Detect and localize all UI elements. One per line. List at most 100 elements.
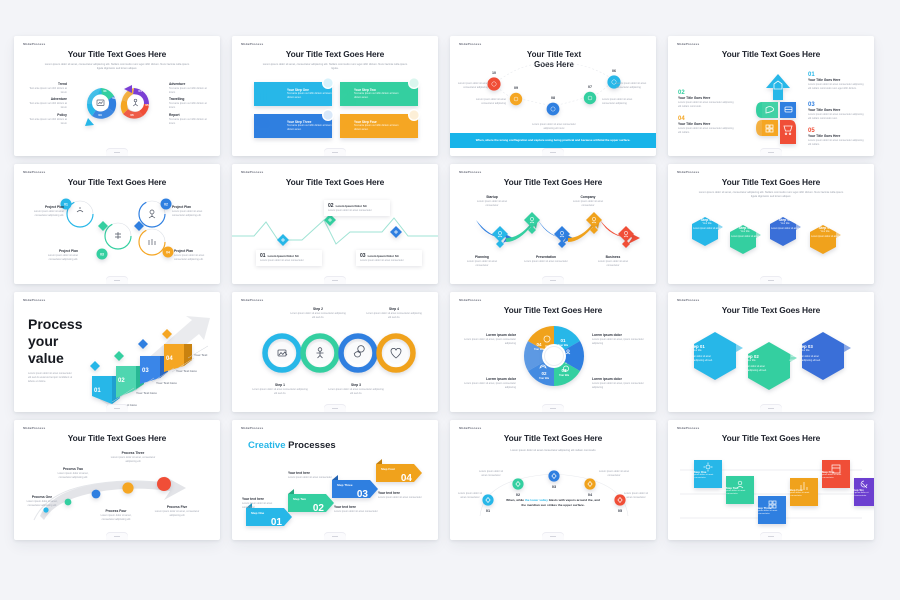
arrow-up-steps-diagram (756, 74, 796, 144)
slide-subtitle: Lorem ipsum dolor sit amet, consectetur … (44, 63, 190, 71)
item-text: Text ante ipsum vel nibh dictum at lorem (29, 102, 67, 110)
scatter-dot-diagram: 10 09 08 07 06 (487, 63, 621, 116)
slide-thumbnail-4[interactable]: SlideProcess Your Title Text Goes Here 0… (668, 36, 874, 156)
slide-thumbnail-grid: SlideProcess Your Title Text Goes Here L… (14, 36, 892, 540)
process-one: Process One Lorem ipsum dolor sit amet, … (22, 495, 62, 507)
slide-thumbnail-3[interactable]: SlideProcess Your Title Text Goes Here 1… (450, 36, 656, 156)
stage-text: Lorem ipsum dolor sit amet consectetur (572, 199, 604, 207)
step-item-02: 02 Your Title Goes Here Lorem ipsum dolo… (678, 90, 736, 108)
hex-text: Lorem ipsum dolor sit amet (693, 228, 721, 230)
card-text: Lorem ipsum dolor sit amet consectetur (328, 209, 372, 212)
dot-text-06: Lorem ipsum dolor sit amet consectetur a… (616, 82, 647, 89)
slide-logo: SlideProcess (23, 298, 46, 302)
sq-step-1: Step One Lorem ipsum dolor sit amet cons… (686, 470, 714, 481)
svg-text:04: 04 (588, 493, 593, 497)
svg-text:05: 05 (618, 509, 622, 513)
donut-chart-diagram: 01Your title 03Your title 02Your title 0… (523, 326, 585, 386)
slide-thumbnail-1[interactable]: SlideProcess Your Title Text Goes Here L… (14, 36, 220, 156)
arc-text-04: Lorem ipsum dolor sit amet consectetur (598, 470, 630, 477)
svg-text:01: 01 (103, 89, 107, 93)
svg-text:03: 03 (100, 252, 104, 256)
process-text: Lorem ipsum dolor sit amet, consectetur … (110, 455, 156, 463)
slide-footer-tab (106, 148, 128, 156)
timeline-card-02: 02 Lorem Ipsum Dolor Sit Lorem ipsum dol… (324, 200, 390, 216)
slide-logo: SlideProcess (23, 426, 46, 430)
svg-text:04: 04 (166, 250, 170, 254)
slide-thumbnail-11[interactable]: SlideProcess Your Title Text Goes Here 0… (450, 292, 656, 412)
step-item-04: 04 Your Title Goes Here Lorem ipsum dolo… (678, 116, 736, 134)
step-text: Lorem ipsum dolor sit amet consectetur a… (808, 112, 864, 120)
item-text: Text ante ipsum vel nibh dictum at lorem (29, 117, 67, 125)
hex-sub: Your title (692, 349, 702, 352)
slide-logo: SlideProcess (241, 298, 264, 302)
slide-thumbnail-9[interactable]: SlideProcess Process your value Lorem ip… (14, 292, 220, 412)
donut-label-left-bottom: Lorem ipsum dolor Lorem ipsum dolor sit … (458, 377, 516, 389)
sq-text: Lorem ipsum dolor sit amet consectetur (814, 474, 842, 480)
arc-dots-diagram: 01 02 03 04 05 (479, 470, 629, 517)
item-text: Text ante ipsum vel nibh dictum at lorem (169, 102, 207, 110)
card-text: Text ante ipsum vel nibh dictum at lorem… (287, 92, 332, 99)
slide-thumbnail-12[interactable]: SlideProcess Your Title Text Goes Here S… (668, 292, 874, 412)
hex-step-3: Step 03 Your title Lorem ipsum dolor sit… (770, 218, 800, 231)
slide-thumbnail-2[interactable]: SlideProcess Your Title Text Goes Here L… (232, 36, 438, 156)
svg-text:03: 03 (552, 485, 556, 489)
svg-text:04: 04 (401, 473, 413, 484)
plan-item-03: Project Plan Lorem ipsum dolor sit amet … (36, 249, 78, 261)
svg-text:06: 06 (612, 69, 616, 73)
slide-thumbnail-15[interactable]: SlideProcess Your Title Text Goes Here L… (450, 420, 656, 540)
svg-text:03: 03 (142, 368, 149, 374)
stage-text: Lorem ipsum dolor sit amet consectetur (476, 199, 508, 207)
svg-text:04: 04 (138, 89, 142, 93)
plan-text: Lorem ipsum dolor sit amet consectetur a… (174, 253, 205, 261)
slide-thumbnail-14[interactable]: SlideProcess Creative Processes 01 02 03 04… (232, 420, 438, 540)
step-item-03: 03 Your Title Goes Here Lorem ipsum dolo… (808, 102, 866, 120)
hex-text: Lorem ipsum dolor sit amet consectetur a… (681, 356, 713, 362)
card-label: Lorem Ipsum Dolor Sit (367, 254, 399, 258)
slide-thumbnail-8[interactable]: SlideProcess Your Title Text Goes Here L… (668, 164, 874, 284)
step-text: Lorem ipsum dolor sit amet consectetur a… (808, 138, 864, 146)
svg-text:01: 01 (94, 388, 101, 394)
slide-logo: SlideProcess (677, 298, 700, 302)
svg-text:05: 05 (145, 103, 149, 107)
infinity-arrow-diagram: 01 02 03 04 05 06 (85, 85, 150, 126)
slide-footer-tab (106, 532, 128, 540)
slide-footer-tab (106, 276, 128, 284)
hex-text: Lorem ipsum dolor sit amet (811, 236, 839, 238)
sq-text: Lorem ipsum dolor sit amet consectetur (750, 510, 778, 516)
slide-footer-tab (324, 276, 346, 284)
slide-thumbnail-16[interactable]: SlideProcess Your Title Text Goes Here S… (668, 420, 874, 540)
slide-thumbnail-6[interactable]: SlideProcess Your Title Text Goes Here 0… (232, 164, 438, 284)
slide-title: Your Title Text Goes Here (721, 305, 821, 315)
donut-label-right-top: Lorem ipsum dolor Lorem ipsum dolor sit … (592, 333, 650, 345)
process-text: Lorem ipsum dolor sit amet, consectetur … (57, 471, 89, 479)
slide-thumbnail-13[interactable]: SlideProcess Your Title Text Goes Here P… (14, 420, 220, 540)
plan-text: Lorem ipsum dolor sit amet consectetur a… (172, 209, 203, 217)
stage-top-startup: Startup Lorem ipsum dolor sit amet conse… (472, 195, 512, 207)
slide-footer-tab (106, 404, 128, 412)
center-statement: When, while the lower valley blasts with… (506, 498, 600, 508)
ring-text: Lorem ipsum dolor sit amet consectetur a… (290, 311, 346, 319)
card-text: Text ante ipsum vel nibh dictum at lorem… (354, 92, 399, 99)
ribbon-text-3: Your text here Lorem ipsum dolor sit ame… (334, 505, 380, 514)
slide-thumbnail-10[interactable]: SlideProcess Step 1 Lorem ipsum dolor si… (232, 292, 438, 412)
slide-thumbnail-7[interactable]: SlideProcess Your Title Text Goes Here S… (450, 164, 656, 284)
donut-label-text: Lorem ipsum dolor sit amet, ipsum consec… (464, 381, 516, 389)
sq-text: Lorem ipsum dolor sit amet consectetur (847, 492, 869, 498)
slide-thumbnail-5[interactable]: SlideProcess Your Title Text Goes Here 0… (14, 164, 220, 284)
slide-logo: SlideProcess (459, 170, 482, 174)
plan-text: Lorem ipsum dolor sit amet consectetur a… (47, 253, 78, 261)
svg-text:02: 02 (112, 96, 116, 100)
hex-sub: Your title (740, 230, 750, 233)
step-text: Lorem ipsum dolor sit amet consectetur a… (678, 126, 734, 134)
svg-text:02: 02 (164, 202, 168, 206)
svg-text:03: 03 (98, 113, 102, 117)
svg-text:Your title: Your title (558, 344, 569, 347)
plan-item-01: Project Plan Lorem ipsum dolor sit amet … (22, 205, 64, 217)
svg-text:02: 02 (541, 371, 547, 376)
item-text: Text ante ipsum vel nibh dictum at lorem (169, 117, 207, 125)
hex-sub: Your title (746, 359, 756, 362)
slide-logo: SlideProcess (241, 426, 264, 430)
svg-text:02: 02 (516, 493, 520, 497)
slide-title: Your Title Text Goes Here (67, 49, 167, 59)
card-label: Lorem Ipsum Dolor Sit (267, 254, 299, 258)
